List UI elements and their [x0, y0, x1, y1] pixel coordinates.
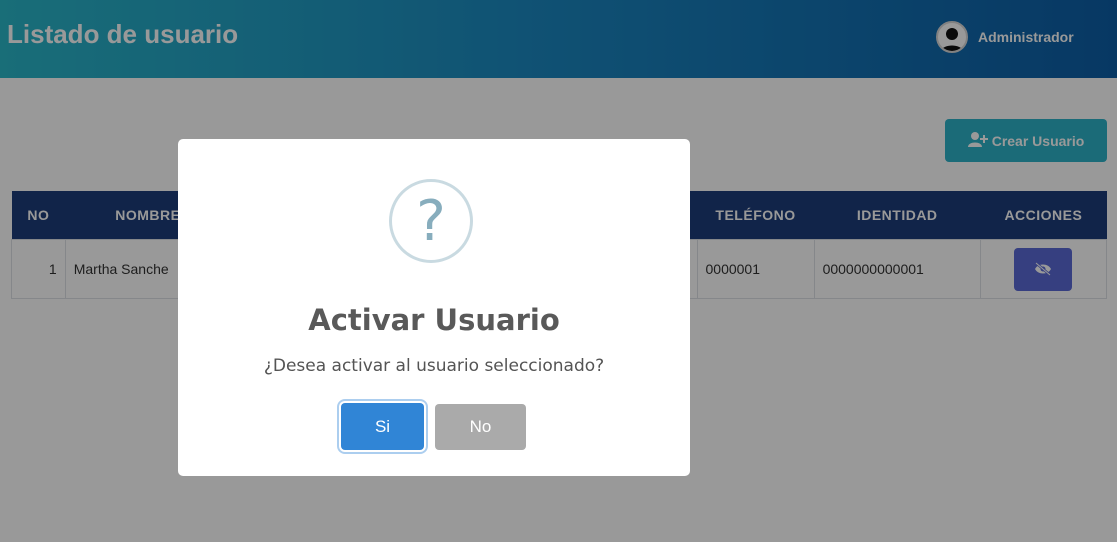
dialog-title: Activar Usuario [308, 303, 560, 337]
question-icon: ? [389, 179, 473, 263]
confirm-button[interactable]: Si [341, 403, 424, 450]
dialog-message: ¿Desea activar al usuario seleccionado? [263, 356, 605, 376]
activate-user-dialog: ? Activar Usuario ¿Desea activar al usua… [178, 139, 690, 476]
cancel-button[interactable]: No [435, 404, 526, 450]
